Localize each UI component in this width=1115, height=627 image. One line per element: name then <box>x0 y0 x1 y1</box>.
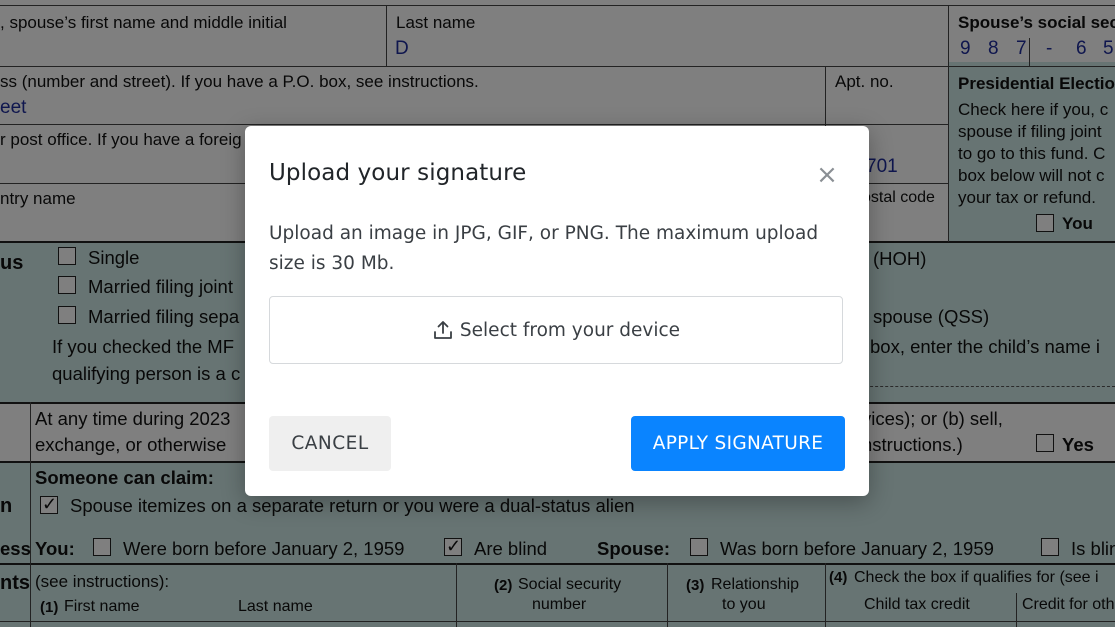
select-from-device-label: Select from your device <box>459 319 681 341</box>
apply-signature-button[interactable]: APPLY SIGNATURE <box>631 416 845 471</box>
upload-signature-dialog: Upload your signature × Upload an image … <box>245 126 869 496</box>
dialog-title: Upload your signature <box>269 160 527 186</box>
upload-icon <box>434 321 452 339</box>
cancel-button[interactable]: CANCEL <box>269 416 391 471</box>
select-from-device-button[interactable]: Select from your device <box>269 296 843 364</box>
close-icon[interactable]: × <box>815 162 839 188</box>
dialog-description: Upload an image in JPG, GIF, or PNG. The… <box>269 223 819 274</box>
